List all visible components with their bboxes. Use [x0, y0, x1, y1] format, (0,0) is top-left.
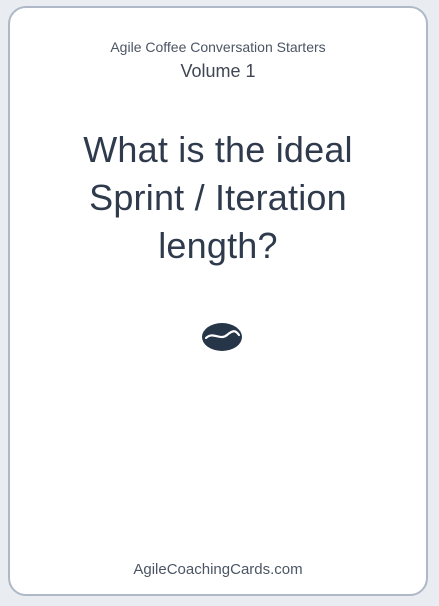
- question-text: What is the ideal Sprint / Iteration len…: [83, 129, 353, 266]
- series-title: Agile Coffee Conversation Starters: [110, 39, 326, 55]
- website-footer: AgileCoachingCards.com: [133, 561, 303, 578]
- conversation-card: Agile Coffee Conversation Starters Volum…: [8, 6, 428, 596]
- volume-label: Volume 1: [180, 61, 256, 81]
- coffee-bean-icon: [202, 323, 242, 351]
